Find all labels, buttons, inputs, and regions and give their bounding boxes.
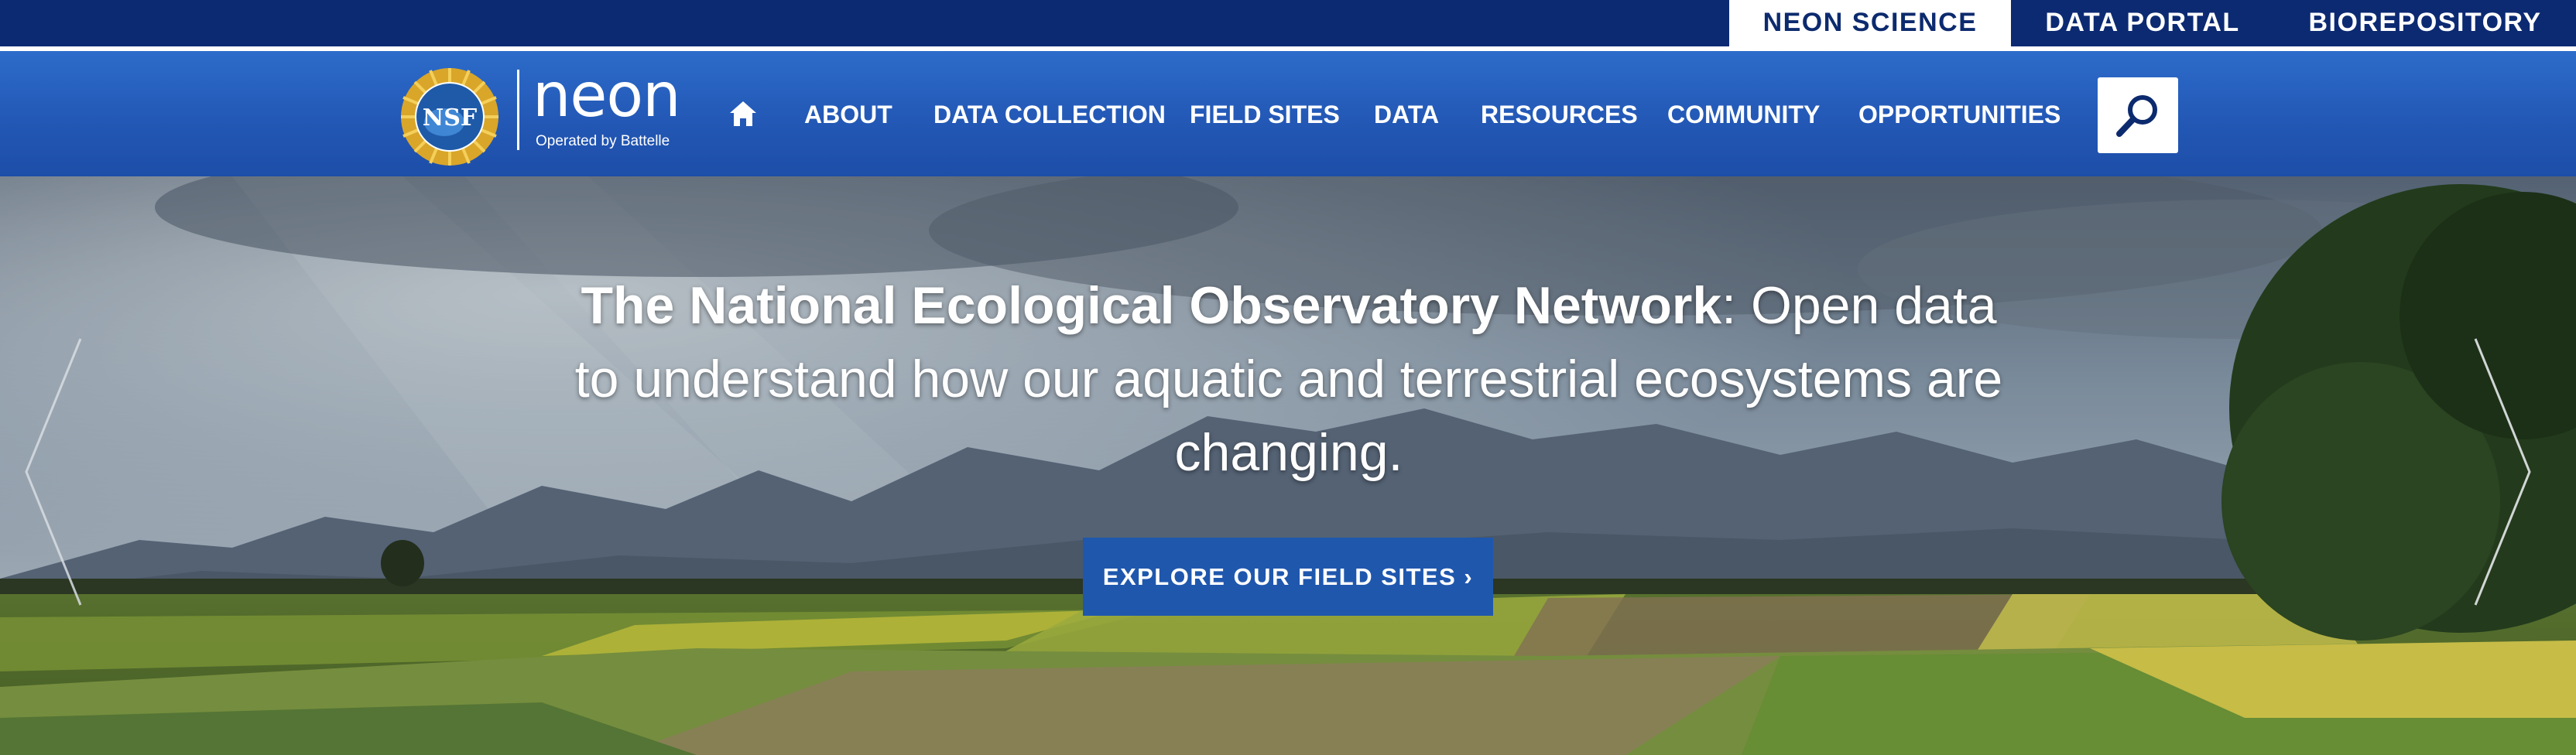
nav-item-about[interactable]: ABOUT (804, 97, 892, 132)
home-icon[interactable] (728, 98, 759, 129)
hero-carousel: The National Ecological Observatory Netw… (0, 176, 2576, 755)
utility-link-neon-science[interactable]: NEON SCIENCE (1729, 0, 2011, 46)
utility-link-data-portal[interactable]: DATA PORTAL (2011, 0, 2274, 46)
explore-field-sites-button[interactable]: EXPLORE OUR FIELD SITES › (1083, 538, 1493, 616)
hero-headline: The National Ecological Observatory Netw… (573, 269, 2005, 490)
nsf-seal-text: NSF (423, 104, 477, 132)
utility-link-biorepository[interactable]: BIOREPOSITORY (2274, 0, 2576, 46)
logo-divider (517, 70, 519, 150)
search-icon (2116, 95, 2157, 137)
nav-item-opportunities[interactable]: OPPORTUNITIES (1858, 97, 2060, 132)
neon-logo-link[interactable]: NSF neon Operated by Battelle (399, 61, 686, 166)
nav-item-community[interactable]: COMMUNITY (1667, 97, 1820, 132)
nav-item-data-collection[interactable]: DATA COLLECTION (933, 97, 1166, 132)
chevron-left-icon[interactable] (22, 336, 85, 608)
nav-item-resources[interactable]: RESOURCES (1481, 97, 1638, 132)
logo-subtitle: Operated by Battelle (536, 133, 670, 149)
utility-bar: NEON SCIENCE DATA PORTAL BIOREPOSITORY (0, 0, 2576, 46)
main-navigation: NSF neon Operated by Battelle ABOUT DATA… (0, 51, 2576, 176)
search-button[interactable] (2098, 77, 2178, 153)
chevron-right-icon[interactable] (2471, 336, 2534, 608)
neon-wordmark: neon (533, 61, 681, 131)
nav-item-field-sites[interactable]: FIELD SITES (1190, 97, 1340, 132)
hero-headline-bold: The National Ecological Observatory Netw… (581, 276, 1722, 335)
nav-item-data[interactable]: DATA (1374, 97, 1439, 132)
nsf-seal-logo: NSF (401, 68, 498, 166)
